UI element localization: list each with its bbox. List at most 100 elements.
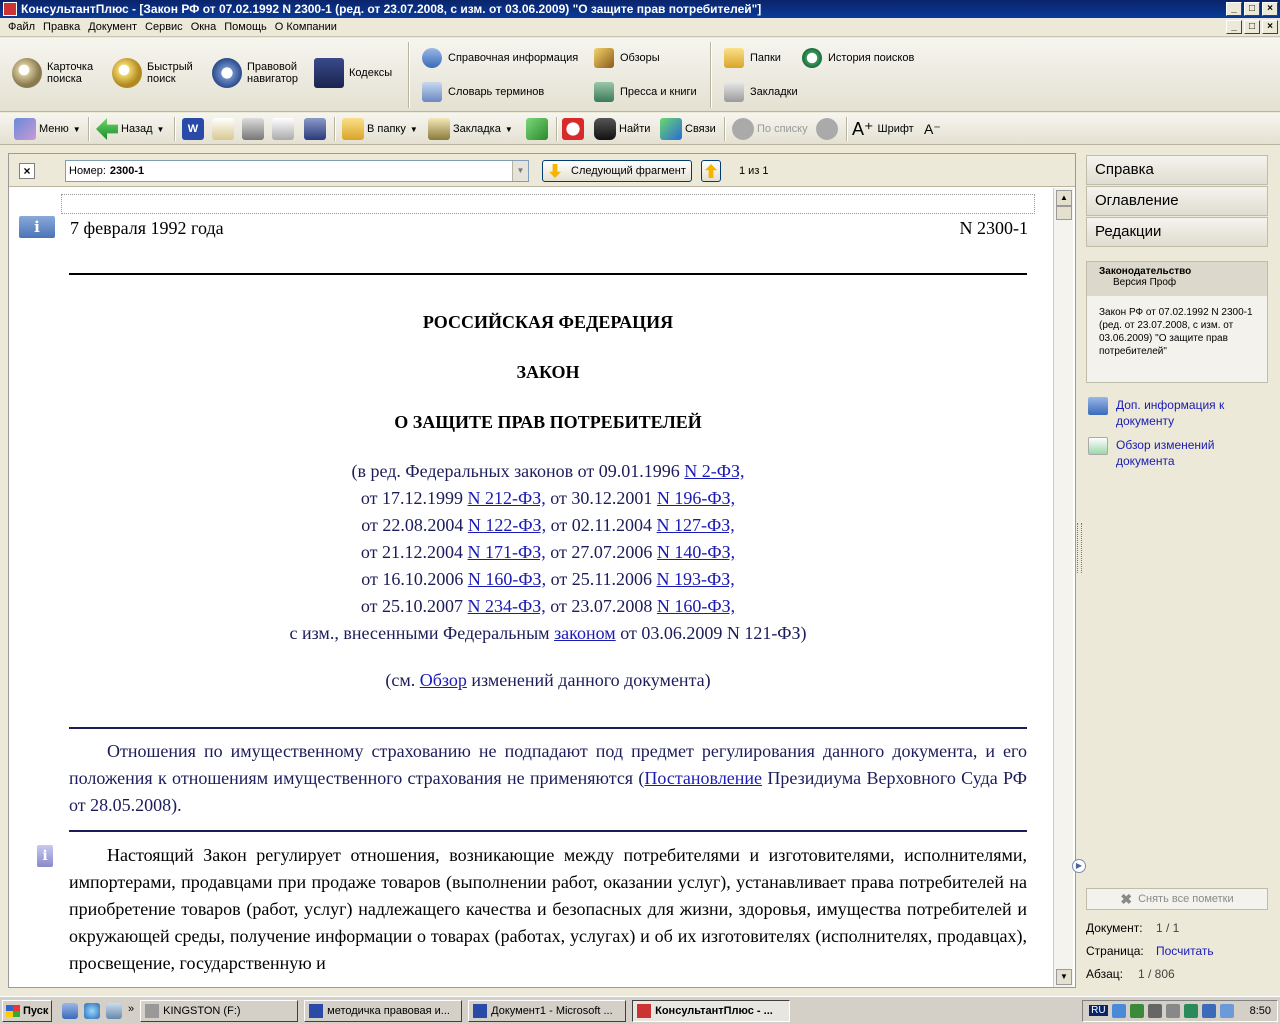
send-mail-button[interactable] [212, 117, 237, 141]
chevron-down-icon[interactable]: ▼ [512, 161, 528, 181]
extra-info-link[interactable]: Доп. информация к документу [1088, 397, 1272, 429]
to-folder-button[interactable]: В папку ▼ [342, 117, 418, 141]
law-link[interactable]: N 196-ФЗ, [657, 488, 735, 508]
folder-add-icon [342, 118, 364, 140]
arrow-down-icon [549, 164, 561, 178]
menu-file[interactable]: Файл [4, 21, 39, 33]
task-word-manual[interactable]: методичка правовая и... [304, 999, 463, 1022]
splitter-grip[interactable] [1077, 523, 1082, 573]
doc-restore-button[interactable]: □ [1244, 20, 1260, 34]
save-button[interactable] [304, 117, 329, 141]
codes-button[interactable]: Кодексы [314, 58, 392, 88]
close-button[interactable]: × [1262, 2, 1278, 16]
review-link[interactable]: Обзор [420, 670, 467, 690]
reference-info-button[interactable]: Справочная информация [422, 48, 578, 68]
law-link[interactable]: N 193-ФЗ, [657, 569, 735, 589]
scroll-thumb[interactable] [1056, 206, 1072, 220]
law-link[interactable]: N 140-ФЗ, [657, 542, 735, 562]
count-pages-link[interactable]: Посчитать [1156, 944, 1214, 958]
bookmarks-button[interactable]: Закладки [724, 82, 798, 102]
scroll-down-icon[interactable]: ▼ [1056, 969, 1072, 985]
menu-button[interactable]: Меню ▼ [14, 117, 81, 141]
export-word-button[interactable]: W [182, 117, 207, 141]
law-link[interactable]: N 160-ФЗ, [657, 596, 735, 616]
tray-antivirus-icon[interactable] [1183, 1003, 1198, 1018]
law-link[interactable]: законом [554, 623, 616, 643]
tab-editions[interactable]: Редакции [1086, 217, 1268, 247]
start-button[interactable]: Пуск [2, 999, 52, 1022]
tab-contents[interactable]: Оглавление [1086, 186, 1268, 216]
clear-marks-button[interactable]: ✖ Снять все пометки [1086, 888, 1268, 910]
clear-button[interactable] [562, 117, 587, 141]
print-button[interactable] [242, 117, 267, 141]
law-link[interactable]: N 2-ФЗ, [684, 461, 744, 481]
app-icon[interactable] [3, 2, 17, 16]
info-text: Закон РФ от 07.02.1992 N 2300-1 (ред. от… [1099, 307, 1253, 357]
menu-about[interactable]: О Компании [271, 21, 341, 33]
press-books-button[interactable]: Пресса и книги [594, 82, 697, 102]
task-word-document1[interactable]: Документ1 - Microsoft ... [468, 999, 627, 1022]
menu-service[interactable]: Сервис [141, 21, 187, 33]
font-increase-button[interactable]: A⁺ Шрифт [852, 117, 914, 141]
pen-icon [594, 48, 614, 68]
explorer-icon[interactable] [106, 1002, 122, 1019]
resolution-link[interactable]: Постановление [644, 768, 762, 788]
law-link[interactable]: N 234-ФЗ, [468, 596, 546, 616]
tray-monitor-icon[interactable] [1201, 1003, 1216, 1018]
language-indicator[interactable]: RU [1089, 1005, 1108, 1016]
number-search-field[interactable]: Номер: 2300-1 ▼ [65, 160, 529, 182]
bookmark-button[interactable]: Закладка ▼ [428, 117, 513, 141]
quick-search-button[interactable]: Быстрый поиск [112, 58, 197, 88]
find-button[interactable]: Найти [594, 117, 650, 141]
windows-logo-icon [6, 1004, 20, 1017]
tray-app-icon[interactable] [1165, 1003, 1180, 1018]
tray-volume-icon[interactable] [1147, 1003, 1162, 1018]
up-list-button[interactable] [816, 117, 841, 141]
legal-navigator-button[interactable]: Правовой навигатор [212, 58, 303, 88]
law-link[interactable]: N 212-ФЗ, [468, 488, 546, 508]
dictionary-button[interactable]: Словарь терминов [422, 82, 544, 102]
show-desktop-icon[interactable] [62, 1002, 78, 1019]
info-icon[interactable]: i [19, 216, 55, 238]
back-button[interactable]: Назад ▼ [96, 117, 164, 141]
card-search-button[interactable]: Карточка поиска [12, 58, 103, 88]
doc-close-button[interactable]: × [1262, 20, 1278, 34]
menu-edit[interactable]: Правка [39, 21, 84, 33]
task-consultant[interactable]: КонсультантПлюс - ... [632, 999, 791, 1022]
edit-notes-button[interactable] [526, 117, 551, 141]
minimize-button[interactable]: _ [1226, 2, 1242, 16]
by-list-button[interactable]: По списку [732, 117, 808, 141]
law-link[interactable]: N 122-ФЗ, [468, 515, 546, 535]
menu-document[interactable]: Документ [84, 21, 141, 33]
panel-splitter[interactable]: ▶ [1072, 153, 1086, 988]
scroll-up-icon[interactable]: ▲ [1056, 190, 1072, 206]
next-fragment-button[interactable]: Следующий фрагмент [542, 160, 692, 182]
edit-line: (в ред. Федеральных законов от 09.01.199… [351, 461, 745, 481]
search-history-button[interactable]: История поисков [802, 48, 914, 68]
close-search-icon[interactable]: × [19, 163, 35, 179]
folders-button[interactable]: Папки [724, 48, 781, 68]
task-kingston[interactable]: KINGSTON (F:) [140, 999, 299, 1022]
links-button[interactable]: Связи [660, 117, 716, 141]
law-link[interactable]: N 127-ФЗ, [657, 515, 735, 535]
maximize-button[interactable]: □ [1244, 2, 1260, 16]
tray-bluetooth-icon[interactable] [1219, 1003, 1234, 1018]
reviews-button[interactable]: Обзоры [594, 48, 660, 68]
menu-help[interactable]: Помощь [220, 21, 271, 33]
more-chevron-icon[interactable]: » [128, 1003, 134, 1019]
tab-help[interactable]: Справка [1086, 155, 1268, 185]
paragraph-info-icon[interactable]: i [37, 845, 53, 867]
tray-safe-remove-icon[interactable] [1129, 1003, 1144, 1018]
print-preview-button[interactable] [272, 117, 297, 141]
ie-icon[interactable] [84, 1002, 100, 1019]
law-link[interactable]: N 160-ФЗ, [468, 569, 546, 589]
body-paragraph: Настоящий Закон регулирует отношения, во… [69, 845, 1027, 973]
law-link[interactable]: N 171-ФЗ, [468, 542, 546, 562]
menu-windows[interactable]: Окна [187, 21, 221, 33]
font-decrease-button[interactable]: A⁻ [924, 117, 941, 141]
prev-fragment-button[interactable] [701, 160, 721, 182]
changes-review-link[interactable]: Обзор изменений документа [1088, 437, 1272, 469]
doc-minimize-button[interactable]: _ [1226, 20, 1242, 34]
tray-network-icon[interactable] [1111, 1003, 1126, 1018]
vertical-scrollbar[interactable]: ▲ ▼ [1053, 188, 1073, 987]
